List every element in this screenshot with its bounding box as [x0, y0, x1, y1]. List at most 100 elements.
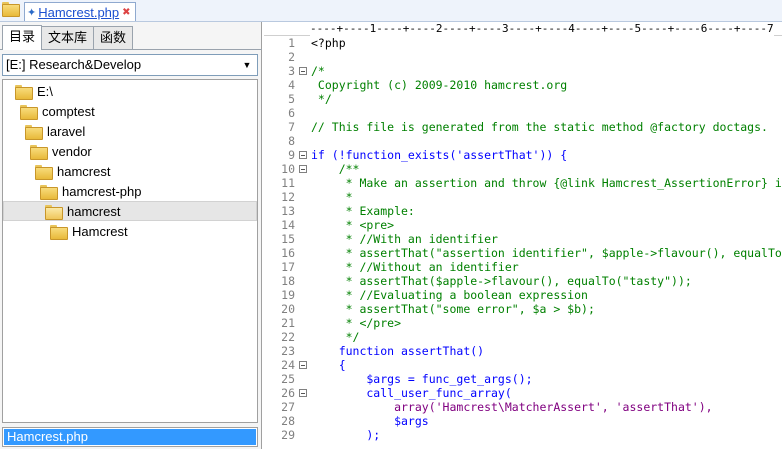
line-number: 14	[281, 218, 295, 232]
code-line: 23 function assertThat()	[264, 344, 782, 358]
drive-select[interactable]: [E:] Research&Develop ▼	[2, 54, 258, 76]
tab-directory[interactable]: 目录	[2, 25, 43, 50]
code-text: /*	[311, 64, 325, 78]
tree-item-laravel[interactable]: laravel	[25, 121, 85, 141]
line-number: 18	[281, 274, 295, 288]
code-text: *	[311, 190, 353, 204]
folder-tree: E:\ comptest laravel vendor hamcrest hamcrest…	[2, 79, 258, 423]
code-line: 26 call_user_func_array(	[264, 386, 782, 400]
fold-toggle-icon[interactable]	[299, 67, 307, 75]
fold-toggle-icon[interactable]	[299, 361, 307, 369]
code-text: */	[311, 92, 332, 106]
line-number: 5	[288, 92, 295, 106]
code-line: 24 {	[264, 358, 782, 372]
code-line: 20 * assertThat("some error", $a > $b);	[264, 302, 782, 316]
line-number: 15	[281, 232, 295, 246]
file-tab-label: Hamcrest.php	[38, 4, 120, 20]
code-text: * Example:	[311, 204, 415, 218]
tree-item-label: comptest	[42, 103, 95, 119]
chevron-down-icon[interactable]: ▼	[239, 57, 255, 73]
code-line: 27 array('Hamcrest\MatcherAssert', 'asse…	[264, 400, 782, 414]
tree-item-label: laravel	[47, 123, 86, 139]
file-list: Hamcrest.php	[2, 427, 258, 447]
folder-icon	[20, 104, 38, 120]
code-text: function assertThat()	[311, 344, 485, 358]
code-line: 10 /**	[264, 162, 782, 176]
open-folder-icon[interactable]	[2, 2, 20, 18]
close-tab-icon[interactable]: ✖	[122, 7, 130, 18]
line-number: 20	[281, 302, 295, 316]
code-text: /**	[311, 162, 360, 176]
tab-functions[interactable]: 函数	[93, 26, 134, 49]
document-tab-bar: ✦ Hamcrest.php ✖	[0, 0, 782, 22]
line-number: 27	[281, 400, 295, 414]
line-number: 26	[281, 386, 295, 400]
fold-toggle-icon[interactable]	[299, 165, 307, 173]
line-number: 7	[288, 120, 295, 134]
code-line: 13 * Example:	[264, 204, 782, 218]
code-editor[interactable]: ----+----1----+----2----+----3----+----4…	[264, 22, 782, 449]
tree-item-e[interactable]: E:\	[15, 81, 53, 101]
code-text: * Make an assertion and throw {@link Ham…	[345, 176, 782, 190]
code-line: 16 * assertThat("assertion identifier", …	[264, 246, 782, 260]
line-number: 19	[281, 288, 295, 302]
line-number: 1	[288, 36, 295, 50]
tree-item-hamcrest[interactable]: hamcrest	[3, 201, 257, 221]
code-line: 3 /*	[264, 64, 782, 78]
line-number: 9	[288, 148, 295, 162]
tab-text-library[interactable]: 文本库	[41, 26, 95, 49]
file-browser-panel: 目录 文本库 函数 [E:] Research&Develop ▼ E:\ com…	[0, 22, 262, 449]
code-lines: 1 <?php 2 3 /* 4 Copyright (c) 2009-2010 hamc…	[264, 36, 782, 442]
code-line: 17 * //Without an identifier	[264, 260, 782, 274]
code-line: 25 $args = func_get_args();	[264, 372, 782, 386]
tree-item-comptest[interactable]: comptest	[20, 101, 95, 121]
line-number: 28	[281, 414, 295, 428]
file-list-item[interactable]: Hamcrest.php	[4, 429, 256, 445]
tree-item-label: Hamcrest	[72, 223, 128, 239]
folder-icon	[35, 164, 53, 180]
code-text: Copyright (c) 2009-2010 hamcrest.org	[311, 78, 568, 92]
tree-item-hamcrest-php[interactable]: hamcrest-php	[40, 181, 141, 201]
file-tab-icon: ✦	[27, 6, 37, 19]
tab-hamcrest-php[interactable]: ✦ Hamcrest.php ✖	[24, 2, 136, 21]
fold-toggle-icon[interactable]	[299, 389, 307, 397]
line-number: 16	[281, 246, 295, 260]
code-text: <?php	[311, 36, 346, 50]
line-number: 11	[281, 176, 295, 190]
drive-select-value: [E:] Research&Develop	[6, 57, 142, 72]
code-line: 12 *	[264, 190, 782, 204]
code-text: // This file is generated from the stati…	[311, 120, 768, 134]
code-text: * <pre>	[311, 218, 395, 232]
fold-toggle-icon[interactable]	[299, 151, 307, 159]
code-line: 28 $args	[264, 414, 782, 428]
code-text: * assertThat("assertion identifier", $ap…	[345, 246, 782, 260]
code-text: */	[311, 330, 360, 344]
code-text: $args	[311, 414, 429, 428]
line-number: 12	[281, 190, 295, 204]
folder-icon	[50, 224, 68, 240]
line-number: 29	[281, 428, 295, 442]
line-number: 3	[288, 64, 295, 78]
line-number: 23	[281, 344, 295, 358]
line-number: 17	[281, 260, 295, 274]
code-line: 7 // This file is generated from the stat…	[264, 120, 782, 134]
tree-item-vendor[interactable]: vendor	[30, 141, 92, 161]
folder-icon	[40, 184, 58, 200]
tree-item-label: hamcrest	[67, 203, 121, 219]
folder-icon	[30, 144, 48, 160]
line-number: 21	[281, 316, 295, 330]
code-line: 15 * //With an identifier	[264, 232, 782, 246]
code-text: * //Without an identifier	[311, 260, 519, 274]
code-text: * //With an identifier	[311, 232, 498, 246]
code-line: 4 Copyright (c) 2009-2010 hamcrest.org	[264, 78, 782, 92]
line-number: 8	[288, 134, 295, 148]
tree-item-label: vendor	[52, 143, 92, 159]
line-number: 24	[281, 358, 295, 372]
tree-item-hamcrest[interactable]: hamcrest	[35, 161, 110, 181]
tree-item-hamcrest[interactable]: Hamcrest	[50, 221, 128, 241]
code-line: 14 * <pre>	[264, 218, 782, 232]
code-line: 22 */	[264, 330, 782, 344]
folder-icon	[25, 124, 43, 140]
code-text: $args = func_get_args();	[311, 372, 533, 386]
panel-tabs: 目录 文本库 函数	[2, 25, 134, 50]
